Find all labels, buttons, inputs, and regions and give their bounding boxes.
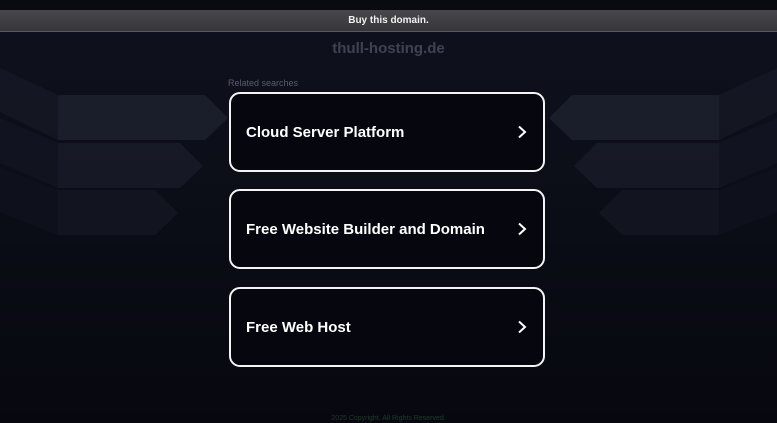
related-search-link-free-website-builder-and-domain[interactable]: Free Website Builder and Domain bbox=[229, 189, 545, 269]
parking-page: Buy this domain. thull-hosting.de Relate… bbox=[0, 0, 777, 423]
related-search-label: Cloud Server Platform bbox=[246, 123, 405, 141]
footer-copyright: 2025 Copyright. All Rights Reserved. bbox=[331, 415, 446, 422]
chevron-right-icon bbox=[518, 222, 527, 236]
chevron-right-icon bbox=[518, 320, 527, 334]
chevron-right-icon bbox=[518, 125, 527, 139]
related-search-link-free-web-host[interactable]: Free Web Host bbox=[229, 287, 545, 367]
related-searches-heading: Related searches bbox=[228, 78, 299, 88]
domain-name-title: thull-hosting.de bbox=[332, 40, 445, 57]
related-search-label: Free Web Host bbox=[246, 318, 351, 336]
related-search-label: Free Website Builder and Domain bbox=[246, 220, 485, 238]
related-search-link-cloud-server-platform[interactable]: Cloud Server Platform bbox=[229, 92, 545, 172]
